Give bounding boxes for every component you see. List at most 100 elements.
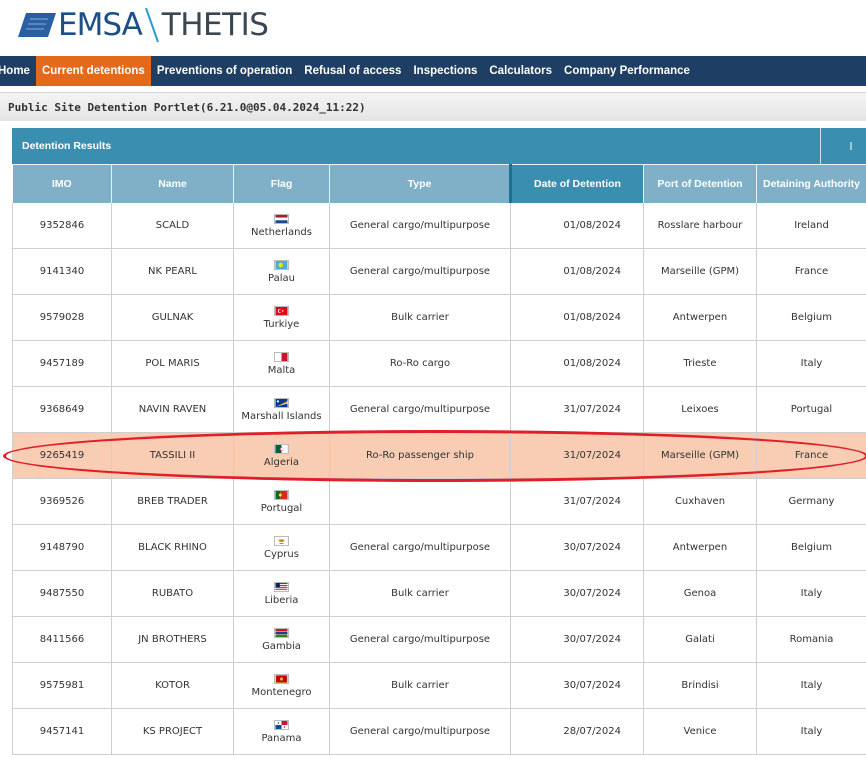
table-row[interactable]: 9141340 NK PEARL Palau General cargo/mul… xyxy=(12,248,866,295)
table-row[interactable]: 9369526 BREB TRADER Portugal 31/07/2024 … xyxy=(12,478,866,525)
col-imo[interactable]: IMO xyxy=(12,164,112,203)
cell-authority: Ireland xyxy=(756,203,866,249)
cell-port: Venice xyxy=(643,708,757,755)
cell-imo: 9352846 xyxy=(12,203,112,249)
panel-handle-icon[interactable] xyxy=(850,142,852,150)
cell-type: General cargo/multipurpose xyxy=(329,616,511,663)
col-date-of-detention[interactable]: Date of Detention xyxy=(509,164,644,203)
cell-date: 31/07/2024 xyxy=(510,386,644,433)
cell-name: BREB TRADER xyxy=(111,478,234,525)
table-row-highlighted[interactable]: 9265419 TASSILI II Algeria Ro-Ro passeng… xyxy=(12,432,866,479)
cell-name: KOTOR xyxy=(111,662,234,709)
cell-date: 30/07/2024 xyxy=(510,662,644,709)
cell-flag: Netherlands xyxy=(251,226,312,238)
portlet-title-bar: Public Site Detention Portlet(6.21.0@05.… xyxy=(0,92,866,121)
cell-name: POL MARIS xyxy=(111,340,234,387)
cell-date: 01/08/2024 xyxy=(510,340,644,387)
cell-flag: Liberia xyxy=(264,594,299,606)
cell-name: KS PROJECT xyxy=(111,708,234,755)
cell-imo: 9487550 xyxy=(12,570,112,617)
cell-authority: Belgium xyxy=(756,524,866,571)
nav-refusal-of-access[interactable]: Refusal of access xyxy=(298,56,407,86)
results-header: Detention Results xyxy=(12,128,866,164)
flag-netherlands-icon xyxy=(274,213,289,224)
flag-turkiye-icon xyxy=(274,305,289,316)
cell-type: General cargo/multipurpose xyxy=(329,524,511,571)
cell-authority: Romania xyxy=(756,616,866,663)
flag-palau-icon xyxy=(274,259,289,270)
cell-port: Marseille (GPM) xyxy=(643,248,757,295)
nav-company-performance[interactable]: Company Performance xyxy=(558,56,696,86)
cell-date: 01/08/2024 xyxy=(510,294,644,341)
flag-malta-icon xyxy=(274,351,289,362)
cell-authority: Belgium xyxy=(756,294,866,341)
col-type[interactable]: Type xyxy=(329,164,511,203)
cell-name: GULNAK xyxy=(111,294,234,341)
main-nav: Home Current detentions Preventions of o… xyxy=(0,56,866,86)
table-row[interactable]: 9352846 SCALD Netherlands General cargo/… xyxy=(12,203,866,249)
cell-name: NK PEARL xyxy=(111,248,234,295)
cell-type xyxy=(329,478,511,525)
cell-type: General cargo/multipurpose xyxy=(329,386,511,433)
cell-flag: Cyprus xyxy=(264,548,299,560)
table-row[interactable]: 9575981 KOTOR Montenegro Bulk carrier 30… xyxy=(12,662,866,709)
cell-date: 31/07/2024 xyxy=(510,478,644,525)
col-port-of-detention[interactable]: Port of Detention xyxy=(643,164,757,203)
cell-port: Marseille (GPM) xyxy=(643,432,757,479)
flag-panama-icon xyxy=(274,719,289,730)
logo-slash-icon xyxy=(144,7,159,43)
nav-preventions-of-operation[interactable]: Preventions of operation xyxy=(151,56,298,86)
cell-authority: France xyxy=(756,432,866,479)
cell-type: General cargo/multipurpose xyxy=(329,203,511,249)
cell-flag: Turkiye xyxy=(263,318,300,330)
flag-cyprus-icon xyxy=(274,535,289,546)
cell-authority: France xyxy=(756,248,866,295)
cell-type: General cargo/multipurpose xyxy=(329,708,511,755)
table-row[interactable]: 8411566 JN BROTHERS Gambia General cargo… xyxy=(12,616,866,663)
nav-home[interactable]: Home xyxy=(0,56,36,86)
detention-table: IMO Name Flag Type Date of Detention Por… xyxy=(12,164,866,755)
cell-flag: Gambia xyxy=(262,640,301,652)
cell-authority: Germany xyxy=(756,478,866,525)
cell-flag: Montenegro xyxy=(251,686,312,698)
cell-port: Genoa xyxy=(643,570,757,617)
table-row[interactable]: 9457141 KS PROJECT Panama General cargo/… xyxy=(12,708,866,755)
logo-thetis-text: THETIS xyxy=(161,7,269,43)
col-flag[interactable]: Flag xyxy=(233,164,330,203)
table-row[interactable]: 9148790 BLACK RHINO Cyprus General cargo… xyxy=(12,524,866,571)
table-row[interactable]: 9457189 POL MARIS Malta Ro-Ro cargo 01/0… xyxy=(12,340,866,387)
col-detaining-authority[interactable]: Detaining Authority xyxy=(756,164,866,203)
cell-flag: Marshall Islands xyxy=(241,410,322,422)
cell-imo: 9141340 xyxy=(12,248,112,295)
col-name[interactable]: Name xyxy=(111,164,234,203)
table-row[interactable]: 9487550 RUBATO Liberia Bulk carrier 30/0… xyxy=(12,570,866,617)
flag-portugal-icon xyxy=(274,489,289,500)
header-divider xyxy=(820,128,821,164)
nav-calculators[interactable]: Calculators xyxy=(483,56,558,86)
cell-type: Bulk carrier xyxy=(329,662,511,709)
cell-type: General cargo/multipurpose xyxy=(329,248,511,295)
cell-type: Bulk carrier xyxy=(329,570,511,617)
nav-current-detentions[interactable]: Current detentions xyxy=(35,56,151,86)
cell-port: Galati xyxy=(643,616,757,663)
table-header-row: IMO Name Flag Type Date of Detention Por… xyxy=(12,164,866,203)
cell-imo: 9368649 xyxy=(12,386,112,433)
nav-inspections[interactable]: Inspections xyxy=(407,56,483,86)
cell-type: Ro-Ro passenger ship xyxy=(329,432,511,479)
portlet-title: Public Site Detention Portlet(6.21.0@05.… xyxy=(8,101,366,114)
cell-authority: Portugal xyxy=(756,386,866,433)
cell-authority: Italy xyxy=(756,708,866,755)
table-row[interactable]: 9368649 NAVIN RAVEN Marshall Islands Gen… xyxy=(12,386,866,433)
cell-imo: 9148790 xyxy=(12,524,112,571)
cell-port: Cuxhaven xyxy=(643,478,757,525)
cell-imo: 9457189 xyxy=(12,340,112,387)
table-row[interactable]: 9579028 GULNAK Turkiye Bulk carrier 01/0… xyxy=(12,294,866,341)
emsa-thetis-logo[interactable]: EMSA THETIS xyxy=(18,6,269,44)
cell-imo: 9579028 xyxy=(12,294,112,341)
flag-algeria-icon xyxy=(274,443,289,454)
cell-port: Trieste xyxy=(643,340,757,387)
logo-emsa-text: EMSA xyxy=(58,7,143,43)
cell-flag: Portugal xyxy=(260,502,303,514)
cell-date: 31/07/2024 xyxy=(510,432,644,479)
cell-port: Antwerpen xyxy=(643,524,757,571)
